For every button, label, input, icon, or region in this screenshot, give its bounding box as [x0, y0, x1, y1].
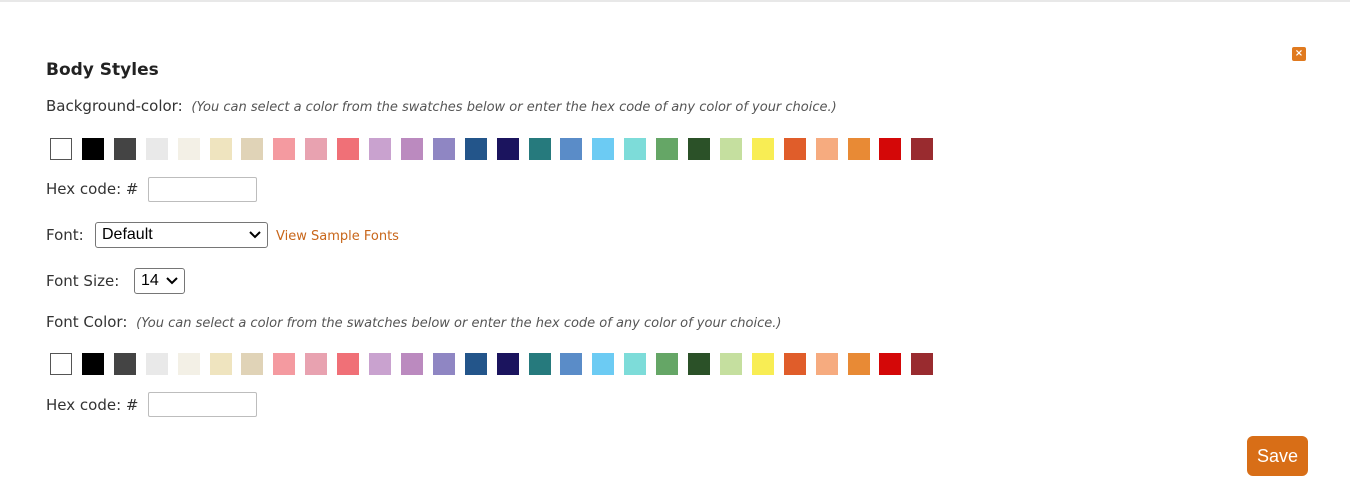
background-color-label: Background-color: — [46, 97, 183, 115]
font-label: Font: — [46, 226, 84, 244]
save-button-label: Save — [1256, 445, 1299, 466]
background-color-swatch[interactable] — [401, 138, 423, 160]
font-color-swatch[interactable] — [624, 353, 646, 375]
background-color-swatch[interactable] — [624, 138, 646, 160]
font-color-swatch[interactable] — [784, 353, 806, 375]
chevron-down-icon — [249, 231, 261, 239]
background-color-swatch[interactable] — [529, 138, 551, 160]
font-color-swatch[interactable] — [178, 353, 200, 375]
font-color-swatch[interactable] — [816, 353, 838, 375]
font-color-swatch[interactable] — [146, 353, 168, 375]
view-sample-fonts-link[interactable]: View Sample Fonts — [276, 229, 399, 244]
background-color-swatch[interactable] — [497, 138, 519, 160]
font-color-swatch[interactable] — [50, 353, 72, 375]
background-color-swatch[interactable] — [816, 138, 838, 160]
font-color-hex-prefix: # — [125, 396, 139, 414]
font-color-swatch[interactable] — [241, 353, 263, 375]
background-color-swatch[interactable] — [369, 138, 391, 160]
font-color-hint: (You can select a color from the swatche… — [136, 316, 782, 331]
font-color-swatch[interactable] — [497, 353, 519, 375]
font-select[interactable]: Default — [95, 222, 268, 248]
background-color-swatch[interactable] — [273, 138, 295, 160]
close-icon: × — [1294, 48, 1304, 59]
font-color-swatch[interactable] — [848, 353, 870, 375]
font-color-swatch[interactable] — [114, 353, 136, 375]
chevron-down-icon — [166, 277, 178, 285]
font-color-swatch[interactable] — [210, 353, 232, 375]
background-color-swatch[interactable] — [879, 138, 901, 160]
font-color-swatch[interactable] — [592, 353, 614, 375]
background-hex-row: Hex code: # — [46, 180, 138, 198]
font-color-hex-row: Hex code: # — [46, 396, 138, 414]
font-size-label: Font Size: — [46, 272, 120, 290]
background-color-swatch[interactable] — [656, 138, 678, 160]
font-color-swatch[interactable] — [688, 353, 710, 375]
font-size-select[interactable]: 14 — [134, 268, 185, 294]
font-color-swatch[interactable] — [560, 353, 582, 375]
background-color-swatch[interactable] — [688, 138, 710, 160]
font-color-swatch[interactable] — [529, 353, 551, 375]
background-color-swatch[interactable] — [848, 138, 870, 160]
background-hex-prefix: # — [125, 180, 139, 198]
background-color-swatch[interactable] — [178, 138, 200, 160]
font-color-swatch[interactable] — [401, 353, 423, 375]
font-color-swatch[interactable] — [752, 353, 774, 375]
background-color-swatch[interactable] — [114, 138, 136, 160]
font-color-hex-input[interactable] — [148, 392, 257, 417]
font-color-swatch[interactable] — [82, 353, 104, 375]
font-color-swatch[interactable] — [305, 353, 327, 375]
font-color-row: Font Color: (You can select a color from… — [46, 313, 781, 331]
background-color-swatch[interactable] — [337, 138, 359, 160]
font-color-swatch[interactable] — [911, 353, 933, 375]
background-color-swatch[interactable] — [210, 138, 232, 160]
font-color-swatch[interactable] — [337, 353, 359, 375]
background-color-swatch[interactable] — [82, 138, 104, 160]
font-color-swatch[interactable] — [720, 353, 742, 375]
top-divider — [0, 0, 1350, 2]
close-button[interactable]: × — [1292, 47, 1306, 61]
background-color-swatch[interactable] — [146, 138, 168, 160]
font-color-swatch[interactable] — [273, 353, 295, 375]
background-color-swatch[interactable] — [911, 138, 933, 160]
background-color-swatch[interactable] — [720, 138, 742, 160]
background-color-swatch[interactable] — [752, 138, 774, 160]
save-button[interactable]: Save — [1247, 436, 1308, 476]
background-color-hint: (You can select a color from the swatche… — [191, 100, 837, 115]
font-color-swatch[interactable] — [656, 353, 678, 375]
background-color-swatch[interactable] — [560, 138, 582, 160]
dialog-title: Body Styles — [46, 60, 159, 80]
background-hex-label: Hex code: — [46, 180, 122, 198]
font-color-swatch[interactable] — [465, 353, 487, 375]
background-color-swatch[interactable] — [305, 138, 327, 160]
background-hex-input[interactable] — [148, 177, 257, 202]
background-color-row: Background-color: (You can select a colo… — [46, 97, 837, 115]
background-color-swatch[interactable] — [50, 138, 72, 160]
background-color-swatch[interactable] — [592, 138, 614, 160]
background-color-swatch[interactable] — [241, 138, 263, 160]
background-color-swatch[interactable] — [465, 138, 487, 160]
font-size-select-value: 14 — [141, 272, 159, 289]
background-color-swatch[interactable] — [433, 138, 455, 160]
font-color-label: Font Color: — [46, 313, 128, 331]
font-select-value: Default — [102, 226, 153, 243]
font-color-swatch[interactable] — [369, 353, 391, 375]
font-color-swatch[interactable] — [433, 353, 455, 375]
background-color-swatch[interactable] — [784, 138, 806, 160]
font-color-swatch[interactable] — [879, 353, 901, 375]
font-color-hex-label: Hex code: — [46, 396, 122, 414]
